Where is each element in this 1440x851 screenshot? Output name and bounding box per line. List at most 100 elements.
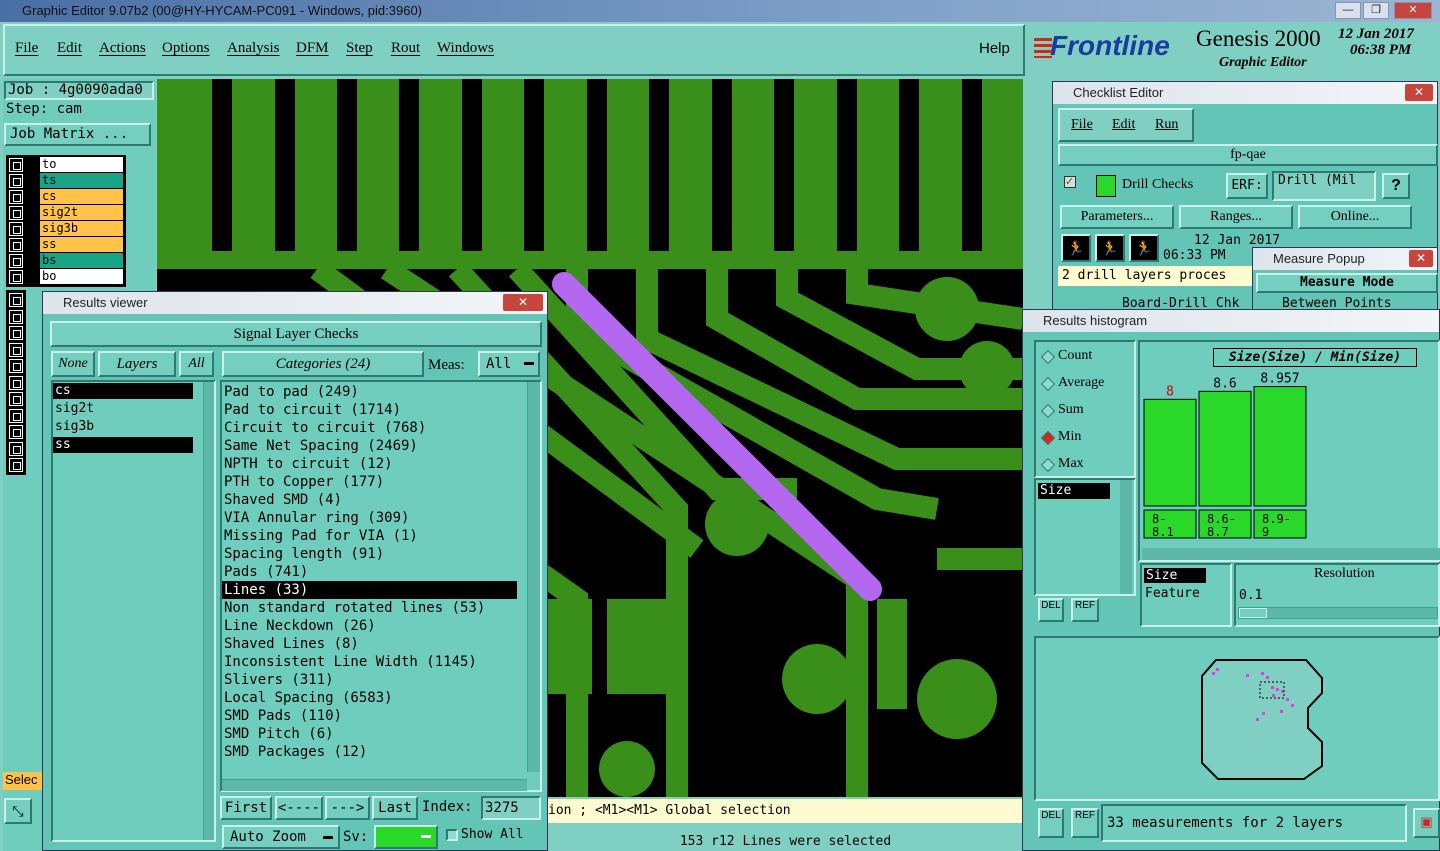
- result-layer-ss[interactable]: ss: [53, 437, 193, 453]
- checklist-close[interactable]: ✕: [1405, 84, 1433, 101]
- option-min[interactable]: Min: [1058, 429, 1081, 445]
- menu-dfm[interactable]: DFM: [296, 40, 329, 57]
- category-item[interactable]: PTH to Copper (177): [222, 473, 517, 491]
- checklist-menu-run[interactable]: Run: [1155, 117, 1178, 133]
- layer-toggle-box[interactable]: [9, 408, 23, 423]
- layer-toggle-box[interactable]: [9, 458, 23, 472]
- menu-options[interactable]: Options: [162, 40, 210, 57]
- category-item[interactable]: Shaved SMD (4): [222, 491, 517, 509]
- del-button-2[interactable]: DEL: [1038, 808, 1064, 838]
- layer-toggle-box[interactable]: [9, 342, 23, 357]
- ref-button-2[interactable]: REF: [1071, 808, 1099, 838]
- auto-zoom-dropdown[interactable]: Auto Zoom: [222, 825, 340, 849]
- chart-hscrollbar[interactable]: [1142, 548, 1440, 560]
- histogram-bar[interactable]: [1143, 398, 1197, 507]
- category-item[interactable]: Same Net Spacing (2469): [222, 437, 517, 455]
- ref-button[interactable]: REF: [1071, 598, 1099, 622]
- layers-button[interactable]: Layers: [98, 351, 176, 377]
- run-stop-icon[interactable]: 🏃: [1129, 234, 1159, 262]
- checklist-menu-edit[interactable]: Edit: [1112, 117, 1135, 133]
- layer-toggle-to[interactable]: [9, 158, 23, 172]
- meas-dropdown[interactable]: All: [478, 351, 540, 377]
- category-item[interactable]: Local Spacing (6583): [222, 689, 517, 707]
- layer-toggle-box[interactable]: [9, 293, 23, 307]
- layer-toggle-bo[interactable]: [9, 270, 23, 284]
- category-item[interactable]: Shaved Lines (8): [222, 635, 517, 653]
- menu-rout[interactable]: Rout: [391, 40, 420, 57]
- layer-toggle-box[interactable]: [9, 359, 23, 373]
- layer-ss[interactable]: ss: [40, 237, 123, 252]
- checklist-menu-file[interactable]: File: [1071, 117, 1093, 133]
- option-max[interactable]: Max: [1058, 456, 1084, 472]
- layer-toggle-box[interactable]: [9, 309, 23, 324]
- overview-map[interactable]: [1034, 636, 1440, 801]
- all-layers-button[interactable]: All: [179, 351, 214, 377]
- layer-toggle-box[interactable]: [9, 392, 23, 406]
- field-scrollbar[interactable]: [1120, 480, 1132, 594]
- online-button[interactable]: Online...: [1298, 205, 1412, 229]
- layer-toggle-ts[interactable]: [9, 174, 23, 188]
- layer-toggle-sig3b[interactable]: [9, 222, 23, 236]
- index-input[interactable]: 3275: [481, 796, 541, 820]
- categories-button[interactable]: Categories (24): [222, 351, 424, 377]
- histogram-bar[interactable]: [1198, 390, 1252, 507]
- last-button[interactable]: Last: [372, 796, 418, 820]
- category-item[interactable]: Pad to pad (249): [222, 383, 517, 401]
- measure-close[interactable]: ✕: [1409, 250, 1433, 267]
- menu-actions[interactable]: Actions: [99, 40, 146, 57]
- histogram-bar[interactable]: [1253, 386, 1307, 507]
- categories-scrollbar[interactable]: [527, 382, 540, 772]
- layer-toggle-box[interactable]: [9, 441, 23, 456]
- feature-option[interactable]: Feature: [1145, 586, 1200, 601]
- maximize-button[interactable]: ❐: [1363, 2, 1389, 19]
- category-item[interactable]: SMD Pads (110): [222, 707, 517, 725]
- size-option[interactable]: Size: [1144, 568, 1206, 583]
- layer-toggle-box[interactable]: [9, 425, 23, 439]
- field-size[interactable]: Size: [1038, 483, 1110, 499]
- category-item[interactable]: SMD Packages (12): [222, 743, 517, 761]
- layer-toggle-ss[interactable]: [9, 238, 23, 252]
- run-step-icon[interactable]: 🏃: [1095, 234, 1125, 262]
- layer-sig3b[interactable]: sig3b: [40, 221, 123, 236]
- first-button[interactable]: First: [220, 796, 272, 820]
- result-layer-sig2t[interactable]: sig2t: [53, 401, 193, 417]
- category-item[interactable]: Pad to circuit (1714): [222, 401, 517, 419]
- minimize-button[interactable]: —: [1335, 2, 1361, 19]
- layer-toggle-bs[interactable]: [9, 254, 23, 268]
- resolution-slider-thumb[interactable]: [1239, 608, 1267, 618]
- category-item[interactable]: Lines (33): [222, 581, 517, 599]
- menu-edit[interactable]: Edit: [57, 40, 82, 57]
- layer-ts[interactable]: ts: [40, 173, 123, 188]
- menu-windows[interactable]: Windows: [437, 40, 494, 57]
- layer-list-scrollbar[interactable]: [203, 382, 214, 840]
- show-all-checkbox[interactable]: [446, 829, 458, 841]
- next-button[interactable]: --->: [325, 796, 370, 820]
- help-button[interactable]: ?: [1382, 173, 1410, 199]
- del-button[interactable]: DEL: [1038, 598, 1064, 622]
- layer-toggle-sig2t[interactable]: [9, 206, 23, 220]
- category-item[interactable]: Slivers (311): [222, 671, 517, 689]
- category-item[interactable]: Circuit to circuit (768): [222, 419, 517, 437]
- job-matrix-button[interactable]: Job Matrix ...: [4, 123, 151, 146]
- none-button[interactable]: None: [51, 351, 95, 377]
- menu-file[interactable]: File: [15, 40, 38, 57]
- category-item[interactable]: VIA Annular ring (309): [222, 509, 517, 527]
- layer-toggle-box[interactable]: [9, 375, 23, 390]
- layer-toggle-box[interactable]: [9, 326, 23, 340]
- category-item[interactable]: Pads (741): [222, 563, 517, 581]
- category-item[interactable]: Non standard rotated lines (53): [222, 599, 517, 617]
- results-viewer-close[interactable]: ✕: [503, 294, 543, 311]
- category-item[interactable]: SMD Pitch (6): [222, 725, 517, 743]
- layer-bs[interactable]: bs: [40, 253, 123, 268]
- layer-to[interactable]: to: [40, 157, 123, 172]
- result-layer-sig3b[interactable]: sig3b: [53, 419, 193, 435]
- category-item[interactable]: Missing Pad for VIA (1): [222, 527, 517, 545]
- layer-sig2t[interactable]: sig2t: [40, 205, 123, 220]
- option-sum[interactable]: Sum: [1058, 402, 1084, 418]
- erf-field[interactable]: Drill (Mil: [1272, 171, 1376, 201]
- layer-toggle-cs[interactable]: [9, 190, 23, 204]
- menu-step[interactable]: Step: [346, 40, 373, 57]
- ranges-button[interactable]: Ranges...: [1179, 205, 1293, 229]
- layer-bo[interactable]: bo: [40, 269, 123, 284]
- arrow-tool-icon[interactable]: ⤡: [4, 798, 32, 824]
